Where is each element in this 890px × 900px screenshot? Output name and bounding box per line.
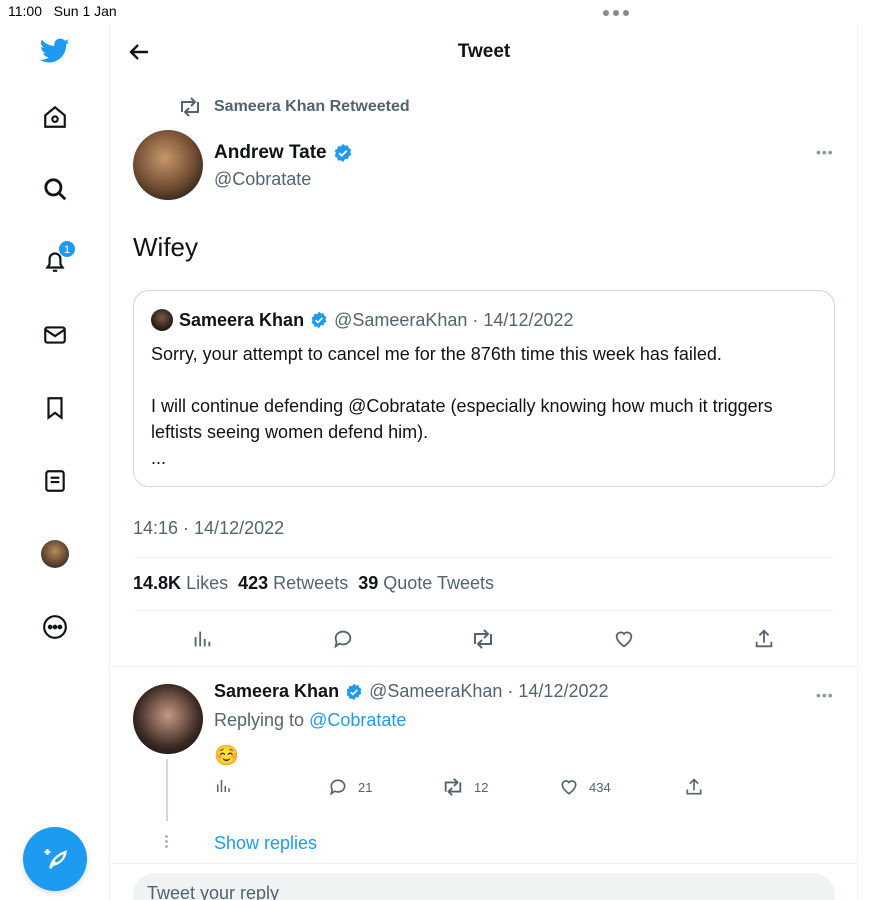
quotes-stat[interactable]: 39 Quote Tweets bbox=[358, 573, 494, 594]
like-count: 434 bbox=[589, 779, 611, 795]
mail-icon[interactable] bbox=[40, 320, 70, 350]
multitasking-dots-icon[interactable] bbox=[603, 10, 629, 16]
reply-tweet[interactable]: Sameera Khan @SameeraKhan · 14/12/2022 •… bbox=[110, 666, 858, 866]
thread-line bbox=[166, 759, 168, 821]
page-title: Tweet bbox=[457, 41, 511, 62]
retweet-icon bbox=[181, 97, 199, 117]
author-handle[interactable]: @Cobratate bbox=[214, 169, 353, 190]
reply-reply-button[interactable]: 21 bbox=[328, 777, 372, 797]
share-icon[interactable] bbox=[749, 624, 779, 654]
quoted-line-1: Sorry, your attempt to cancel me for the… bbox=[151, 344, 722, 364]
notification-badge: 1 bbox=[58, 240, 76, 258]
reply-icon[interactable] bbox=[328, 624, 358, 654]
reply-author-avatar[interactable] bbox=[133, 684, 203, 754]
verified-badge-icon bbox=[311, 311, 327, 329]
reply-retweet-button[interactable]: 12 bbox=[442, 777, 488, 797]
quoted-author-meta: @SameeraKhan · 14/12/2022 bbox=[334, 309, 574, 330]
search-icon[interactable] bbox=[40, 174, 70, 204]
tweet-stats: 14.8K Likes 423 Retweets 39 Quote Tweets bbox=[133, 573, 494, 594]
quoted-author-avatar bbox=[151, 309, 173, 331]
reply-composer[interactable]: Tweet your reply bbox=[133, 873, 835, 900]
twitter-bird-icon[interactable] bbox=[40, 36, 70, 66]
profile-avatar[interactable] bbox=[40, 539, 70, 569]
retweet-count: 12 bbox=[474, 779, 489, 795]
quoted-line-2: I will continue defending @Cobratate (es… bbox=[151, 396, 773, 442]
quoted-tweet[interactable]: Sameera Khan @SameeraKhan · 14/12/2022 S… bbox=[133, 290, 835, 487]
compose-tweet-button[interactable] bbox=[23, 827, 87, 891]
tweet-actions bbox=[133, 624, 835, 654]
quoted-tweet-text: Sorry, your attempt to cancel me for the… bbox=[151, 341, 811, 471]
thread-dots-icon bbox=[165, 835, 168, 848]
retweets-stat[interactable]: 423 Retweets bbox=[238, 573, 348, 594]
divider bbox=[110, 863, 858, 864]
quoted-author-name: Sameera Khan bbox=[179, 309, 305, 330]
reply-author-meta: @SameeraKhan · 14/12/2022 bbox=[369, 681, 609, 701]
page-header: Tweet bbox=[110, 24, 858, 80]
analytics-icon[interactable] bbox=[187, 624, 217, 654]
bookmark-icon[interactable] bbox=[40, 393, 70, 423]
likes-stat[interactable]: 14.8K Likes bbox=[133, 573, 228, 594]
list-icon[interactable] bbox=[40, 466, 70, 496]
reply-text: ☺️ bbox=[214, 745, 239, 767]
divider bbox=[133, 557, 835, 558]
reply-analytics-icon[interactable] bbox=[214, 777, 232, 795]
quoted-ellipsis: ... bbox=[151, 448, 167, 468]
retweet-icon[interactable] bbox=[468, 624, 498, 654]
status-bar: 11:00 Sun 1 Jan bbox=[0, 0, 890, 24]
verified-badge-icon bbox=[334, 143, 351, 163]
reply-author-name[interactable]: Sameera Khan bbox=[214, 681, 339, 702]
tweet-text: Wifey bbox=[133, 232, 198, 262]
reply-actions: 21 12 434 bbox=[214, 777, 714, 799]
reply-more-icon[interactable]: ••• bbox=[816, 687, 834, 703]
bell-icon[interactable]: 1 bbox=[40, 240, 76, 276]
reply-like-button[interactable]: 434 bbox=[559, 777, 611, 797]
reply-input-placeholder[interactable]: Tweet your reply bbox=[147, 883, 279, 900]
verified-badge-icon bbox=[346, 683, 362, 700]
like-icon[interactable] bbox=[609, 624, 639, 654]
reply-count: 21 bbox=[358, 779, 373, 795]
like-icon bbox=[561, 780, 577, 795]
author-avatar[interactable] bbox=[133, 130, 203, 200]
author-name[interactable]: Andrew Tate bbox=[214, 142, 327, 164]
main-column: Tweet Sameera Khan Retweeted Andrew Tate… bbox=[110, 24, 858, 900]
retweet-context[interactable]: Sameera Khan Retweeted bbox=[178, 97, 410, 117]
tweet-timestamp[interactable]: 14:16 · 14/12/2022 bbox=[133, 518, 284, 539]
status-time: 11:00 Sun 1 Jan bbox=[8, 3, 117, 19]
more-circle-icon[interactable] bbox=[40, 612, 70, 642]
replying-to-link[interactable]: @Cobratate bbox=[309, 710, 406, 730]
reply-icon bbox=[330, 779, 346, 796]
status-clock: 11:00 bbox=[8, 3, 42, 19]
retweeted-by-label: Sameera Khan Retweeted bbox=[214, 98, 410, 115]
status-date: Sun 1 Jan bbox=[53, 3, 117, 19]
replying-prefix: Replying to bbox=[214, 710, 305, 730]
home-icon[interactable] bbox=[40, 102, 70, 132]
tweet-more-icon[interactable]: ••• bbox=[816, 144, 834, 160]
divider bbox=[133, 610, 835, 611]
compose-tweet-icon bbox=[44, 849, 67, 869]
right-panel-cropped bbox=[858, 24, 890, 900]
sidebar-nav: 1 bbox=[0, 24, 110, 900]
author-block: Andrew Tate @Cobratate bbox=[214, 142, 353, 190]
show-replies-link[interactable]: Show replies bbox=[214, 833, 317, 854]
retweet-icon bbox=[444, 778, 462, 796]
replying-to: Replying to @Cobratate bbox=[214, 710, 406, 731]
avatar bbox=[41, 540, 69, 568]
reply-share-icon[interactable] bbox=[684, 777, 704, 797]
